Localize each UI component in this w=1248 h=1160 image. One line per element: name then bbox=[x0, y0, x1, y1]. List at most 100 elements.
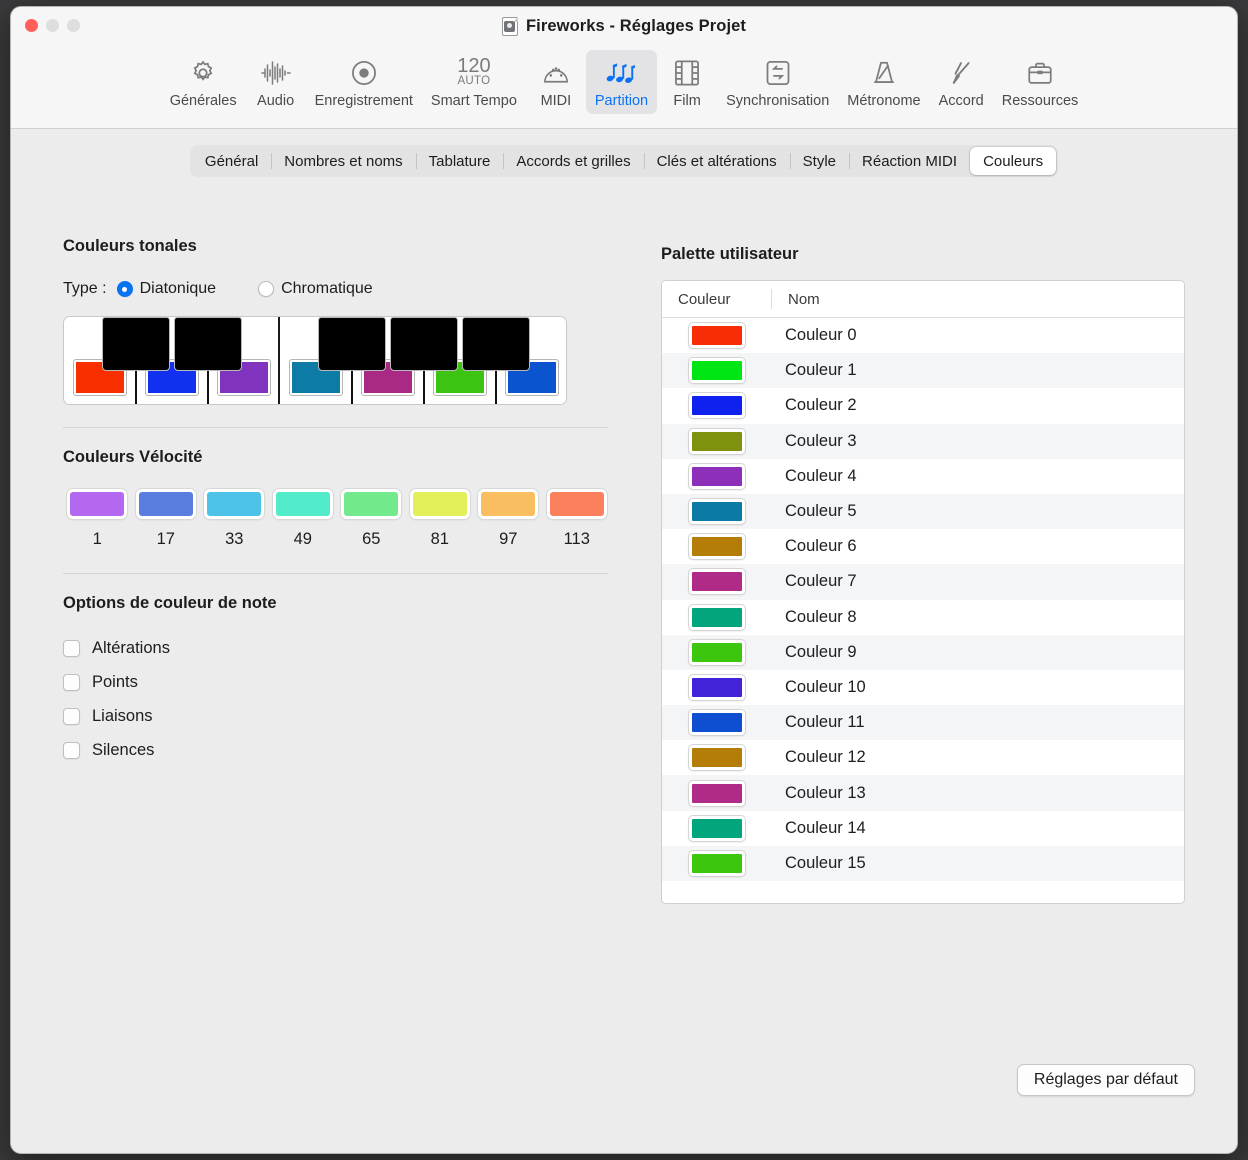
table-row[interactable]: Couleur 2 bbox=[662, 388, 1184, 423]
velocity-swatch[interactable] bbox=[341, 489, 402, 519]
toolbar-item-accord[interactable]: Accord bbox=[930, 50, 993, 114]
checkbox-silences[interactable]: Silences bbox=[63, 741, 623, 760]
color-swatch[interactable] bbox=[689, 569, 745, 595]
row-color-cell[interactable] bbox=[662, 815, 772, 841]
checkbox-points[interactable]: Points bbox=[63, 673, 623, 692]
tab-general[interactable]: Général bbox=[192, 147, 271, 175]
table-row[interactable]: Couleur 7 bbox=[662, 564, 1184, 600]
toolbar-item-audio[interactable]: Audio bbox=[246, 50, 306, 114]
tab-tablature[interactable]: Tablature bbox=[415, 147, 504, 175]
black-key-a-sharp[interactable] bbox=[462, 317, 530, 371]
row-color-cell[interactable] bbox=[662, 393, 772, 419]
velocity-swatch[interactable] bbox=[478, 489, 539, 519]
table-row[interactable]: Couleur 6 bbox=[662, 529, 1184, 564]
table-row[interactable]: Couleur 9 bbox=[662, 634, 1184, 670]
row-name-cell[interactable]: Couleur 6 bbox=[772, 537, 857, 556]
row-name-cell[interactable]: Couleur 14 bbox=[772, 819, 866, 838]
row-color-cell[interactable] bbox=[662, 428, 772, 454]
row-color-cell[interactable] bbox=[662, 639, 772, 665]
row-name-cell[interactable]: Couleur 5 bbox=[772, 502, 857, 521]
table-row[interactable]: Couleur 13 bbox=[662, 775, 1184, 811]
table-row[interactable]: Couleur 14 bbox=[662, 811, 1184, 846]
row-name-cell[interactable]: Couleur 11 bbox=[772, 713, 865, 732]
color-swatch[interactable] bbox=[689, 499, 745, 525]
row-color-cell[interactable] bbox=[662, 569, 772, 595]
row-color-cell[interactable] bbox=[662, 463, 772, 489]
row-name-cell[interactable]: Couleur 12 bbox=[772, 748, 866, 767]
velocity-swatch[interactable] bbox=[272, 489, 333, 519]
user-palette-table[interactable]: Couleur Nom Couleur 0 Couleur 1 Couleur 2 C… bbox=[661, 280, 1185, 904]
tonal-color-keyboard[interactable] bbox=[63, 316, 567, 405]
velocity-swatch[interactable] bbox=[409, 489, 470, 519]
color-swatch[interactable] bbox=[689, 323, 745, 349]
color-swatch[interactable] bbox=[689, 850, 745, 876]
radio-chromatique[interactable]: Chromatique bbox=[258, 280, 373, 298]
black-key-d-sharp[interactable] bbox=[174, 317, 242, 371]
row-color-cell[interactable] bbox=[662, 499, 772, 525]
table-row[interactable]: Couleur 1 bbox=[662, 353, 1184, 389]
row-name-cell[interactable]: Couleur 3 bbox=[772, 432, 857, 451]
checkbox-alterations[interactable]: Altérations bbox=[63, 639, 623, 658]
table-row[interactable]: Couleur 4 bbox=[662, 459, 1184, 494]
tab-couleurs[interactable]: Couleurs bbox=[970, 147, 1057, 175]
color-swatch[interactable] bbox=[689, 428, 745, 454]
tab-accords-et-grilles[interactable]: Accords et grilles bbox=[503, 147, 643, 175]
row-color-cell[interactable] bbox=[662, 850, 772, 876]
color-swatch[interactable] bbox=[689, 815, 745, 841]
toolbar-item-film[interactable]: Film bbox=[657, 50, 717, 114]
checkbox-liaisons[interactable]: Liaisons bbox=[63, 707, 623, 726]
color-swatch[interactable] bbox=[689, 393, 745, 419]
velocity-swatch[interactable] bbox=[67, 489, 128, 519]
color-swatch[interactable] bbox=[689, 780, 745, 806]
row-name-cell[interactable]: Couleur 1 bbox=[772, 361, 857, 380]
restore-defaults-button[interactable]: Réglages par défaut bbox=[1016, 1064, 1195, 1096]
color-swatch[interactable] bbox=[689, 604, 745, 630]
color-swatch[interactable] bbox=[689, 710, 745, 736]
column-header-nom[interactable]: Nom bbox=[772, 281, 820, 317]
toolbar-item-midi[interactable]: MIDI bbox=[526, 50, 586, 114]
row-color-cell[interactable] bbox=[662, 534, 772, 560]
column-header-couleur[interactable]: Couleur bbox=[662, 281, 772, 317]
toolbar-item-enregistrement[interactable]: Enregistrement bbox=[306, 50, 422, 114]
color-swatch[interactable] bbox=[689, 674, 745, 700]
black-key-g-sharp[interactable] bbox=[390, 317, 458, 371]
zoom-button[interactable] bbox=[67, 19, 80, 32]
table-row[interactable]: Couleur 8 bbox=[662, 600, 1184, 635]
minimize-button[interactable] bbox=[46, 19, 59, 32]
toolbar-item-partition[interactable]: Partition bbox=[585, 50, 658, 114]
color-swatch[interactable] bbox=[689, 463, 745, 489]
row-color-cell[interactable] bbox=[662, 710, 772, 736]
toolbar-item-smart-tempo[interactable]: 120 AUTO Smart Tempo bbox=[422, 50, 526, 114]
row-name-cell[interactable]: Couleur 2 bbox=[772, 396, 857, 415]
row-name-cell[interactable]: Couleur 13 bbox=[772, 784, 866, 803]
velocity-swatch[interactable] bbox=[204, 489, 265, 519]
radio-diatonique[interactable]: Diatonique bbox=[116, 280, 216, 298]
table-row[interactable]: Couleur 3 bbox=[662, 423, 1184, 459]
row-color-cell[interactable] bbox=[662, 358, 772, 384]
row-name-cell[interactable]: Couleur 15 bbox=[772, 854, 866, 873]
color-swatch[interactable] bbox=[689, 534, 745, 560]
color-swatch[interactable] bbox=[689, 639, 745, 665]
row-name-cell[interactable]: Couleur 9 bbox=[772, 643, 857, 662]
row-name-cell[interactable]: Couleur 10 bbox=[772, 678, 866, 697]
toolbar-item-metronome[interactable]: Métronome bbox=[838, 50, 929, 114]
black-key-f-sharp[interactable] bbox=[318, 317, 386, 371]
row-name-cell[interactable]: Couleur 0 bbox=[772, 326, 857, 345]
table-row[interactable]: Couleur 12 bbox=[662, 740, 1184, 775]
row-color-cell[interactable] bbox=[662, 604, 772, 630]
toolbar-item-generales[interactable]: Générales bbox=[161, 50, 246, 114]
toolbar-item-ressources[interactable]: Ressources bbox=[993, 50, 1088, 114]
velocity-swatch[interactable] bbox=[135, 489, 196, 519]
tab-style[interactable]: Style bbox=[789, 147, 849, 175]
tab-cles-et-alterations[interactable]: Clés et altérations bbox=[643, 147, 790, 175]
row-color-cell[interactable] bbox=[662, 780, 772, 806]
black-key-c-sharp[interactable] bbox=[102, 317, 170, 371]
velocity-swatch[interactable] bbox=[546, 489, 607, 519]
row-name-cell[interactable]: Couleur 8 bbox=[772, 608, 857, 627]
row-name-cell[interactable]: Couleur 7 bbox=[772, 572, 857, 591]
color-swatch[interactable] bbox=[689, 358, 745, 384]
tab-reaction-midi[interactable]: Réaction MIDI bbox=[849, 147, 970, 175]
row-name-cell[interactable]: Couleur 4 bbox=[772, 467, 857, 486]
table-row[interactable]: Couleur 5 bbox=[662, 493, 1184, 530]
row-color-cell[interactable] bbox=[662, 745, 772, 771]
